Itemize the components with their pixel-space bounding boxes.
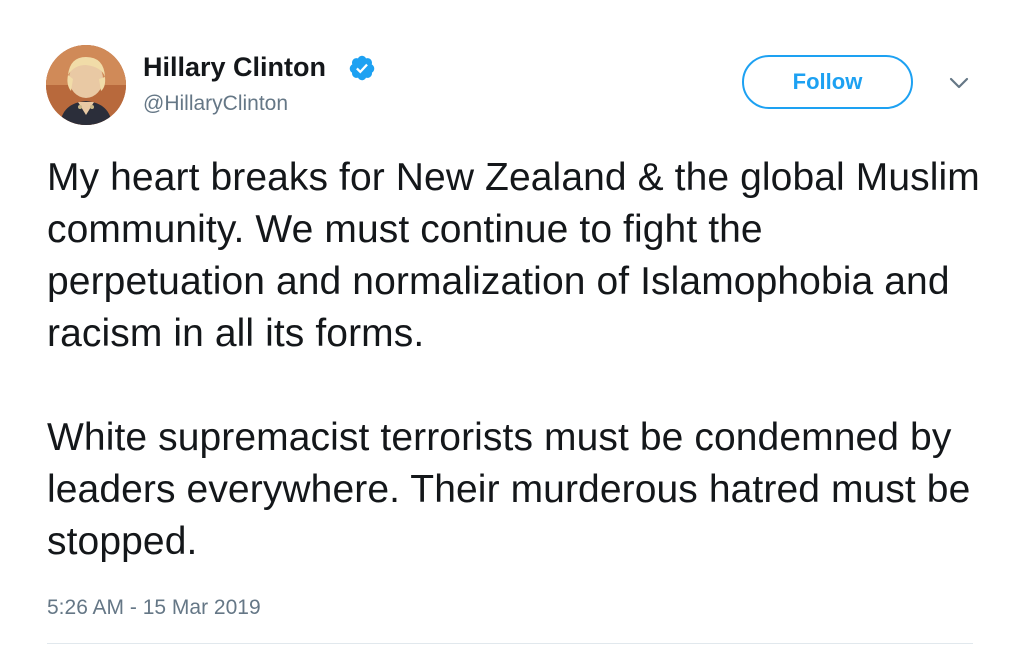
tweet-paragraph: White supremacist terrorists must be con… [47, 416, 971, 563]
divider [47, 643, 973, 644]
author-name[interactable]: Hillary Clinton [143, 50, 326, 84]
tweet-text: My heart breaks for New Zealand & the gl… [47, 152, 987, 568]
follow-button[interactable]: Follow [742, 55, 913, 109]
chevron-down-icon[interactable] [945, 73, 973, 93]
tweet-paragraph: My heart breaks for New Zealand & the gl… [47, 156, 980, 355]
author-handle[interactable]: @HillaryClinton [143, 90, 288, 118]
avatar[interactable] [46, 45, 126, 125]
tweet-card: Hillary Clinton @HillaryClinton Follow M… [0, 0, 1024, 647]
tweet-timestamp[interactable]: 5:26 AM - 15 Mar 2019 [47, 594, 261, 622]
verified-check-icon [349, 55, 375, 81]
